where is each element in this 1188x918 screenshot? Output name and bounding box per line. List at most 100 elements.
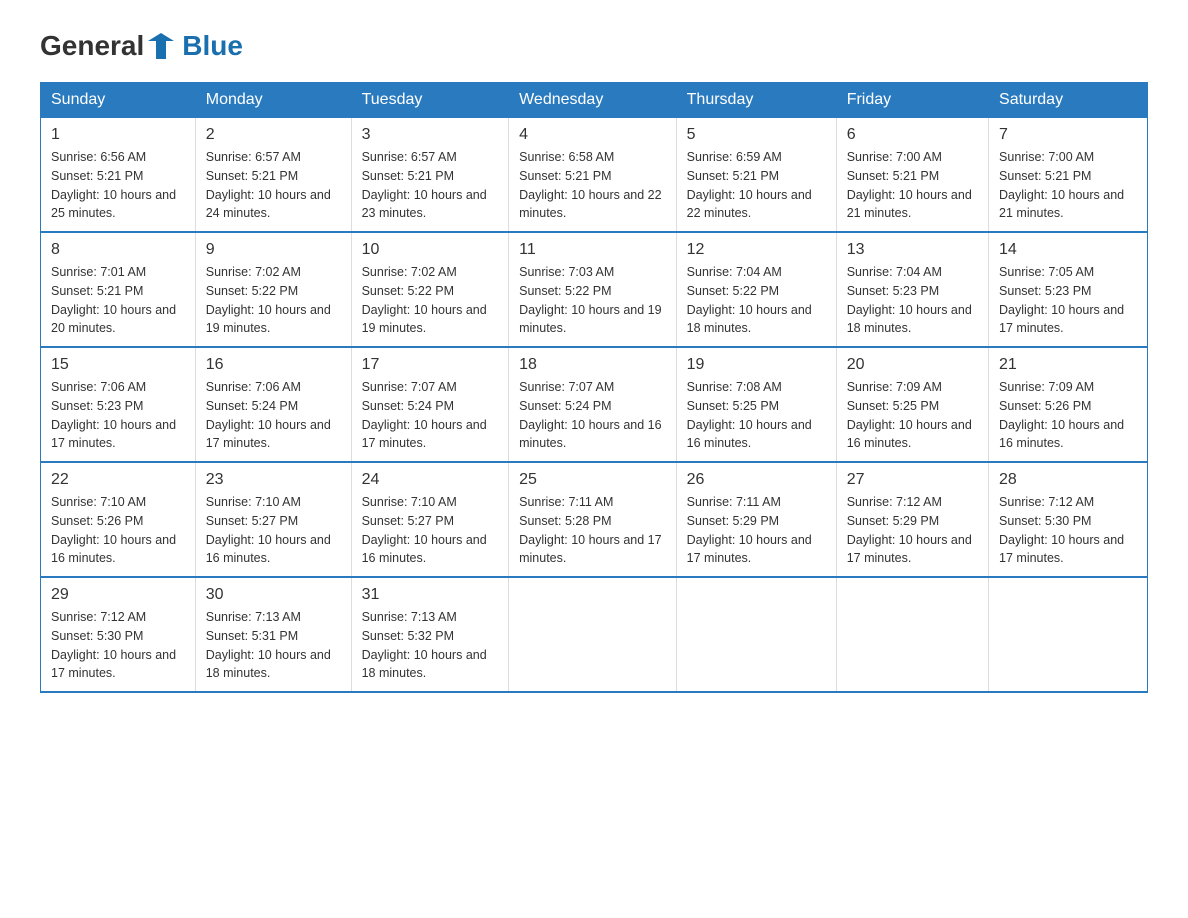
column-header-thursday: Thursday: [676, 83, 836, 118]
calendar-cell: 6 Sunrise: 7:00 AM Sunset: 5:21 PM Dayli…: [836, 118, 988, 233]
day-number: 24: [362, 471, 499, 489]
calendar-cell: 31 Sunrise: 7:13 AM Sunset: 5:32 PM Dayl…: [351, 577, 509, 692]
day-info: Sunrise: 7:03 AM Sunset: 5:22 PM Dayligh…: [519, 263, 666, 338]
day-info: Sunrise: 7:00 AM Sunset: 5:21 PM Dayligh…: [847, 148, 978, 223]
calendar-cell: 16 Sunrise: 7:06 AM Sunset: 5:24 PM Dayl…: [195, 347, 351, 462]
day-info: Sunrise: 7:13 AM Sunset: 5:32 PM Dayligh…: [362, 608, 499, 683]
day-info: Sunrise: 7:09 AM Sunset: 5:26 PM Dayligh…: [999, 378, 1137, 453]
calendar-cell: 29 Sunrise: 7:12 AM Sunset: 5:30 PM Dayl…: [41, 577, 196, 692]
calendar-cell: 10 Sunrise: 7:02 AM Sunset: 5:22 PM Dayl…: [351, 232, 509, 347]
column-header-wednesday: Wednesday: [509, 83, 677, 118]
day-info: Sunrise: 7:02 AM Sunset: 5:22 PM Dayligh…: [362, 263, 499, 338]
calendar-cell: 14 Sunrise: 7:05 AM Sunset: 5:23 PM Dayl…: [989, 232, 1148, 347]
day-info: Sunrise: 7:08 AM Sunset: 5:25 PM Dayligh…: [687, 378, 826, 453]
logo-flag-icon: [146, 31, 176, 61]
day-number: 28: [999, 471, 1137, 489]
column-header-saturday: Saturday: [989, 83, 1148, 118]
day-info: Sunrise: 7:04 AM Sunset: 5:23 PM Dayligh…: [847, 263, 978, 338]
day-info: Sunrise: 7:00 AM Sunset: 5:21 PM Dayligh…: [999, 148, 1137, 223]
day-info: Sunrise: 7:07 AM Sunset: 5:24 PM Dayligh…: [519, 378, 666, 453]
day-number: 13: [847, 241, 978, 259]
calendar-cell: 15 Sunrise: 7:06 AM Sunset: 5:23 PM Dayl…: [41, 347, 196, 462]
day-info: Sunrise: 7:05 AM Sunset: 5:23 PM Dayligh…: [999, 263, 1137, 338]
day-info: Sunrise: 7:04 AM Sunset: 5:22 PM Dayligh…: [687, 263, 826, 338]
calendar-cell: 30 Sunrise: 7:13 AM Sunset: 5:31 PM Dayl…: [195, 577, 351, 692]
calendar-cell: 5 Sunrise: 6:59 AM Sunset: 5:21 PM Dayli…: [676, 118, 836, 233]
logo-blue-text: Blue: [182, 30, 243, 62]
column-header-monday: Monday: [195, 83, 351, 118]
calendar-cell: 12 Sunrise: 7:04 AM Sunset: 5:22 PM Dayl…: [676, 232, 836, 347]
calendar-header-row: SundayMondayTuesdayWednesdayThursdayFrid…: [41, 83, 1148, 118]
day-number: 9: [206, 241, 341, 259]
day-number: 17: [362, 356, 499, 374]
calendar-cell: 22 Sunrise: 7:10 AM Sunset: 5:26 PM Dayl…: [41, 462, 196, 577]
calendar-cell: 18 Sunrise: 7:07 AM Sunset: 5:24 PM Dayl…: [509, 347, 677, 462]
day-info: Sunrise: 7:13 AM Sunset: 5:31 PM Dayligh…: [206, 608, 341, 683]
day-info: Sunrise: 7:10 AM Sunset: 5:27 PM Dayligh…: [206, 493, 341, 568]
day-number: 3: [362, 126, 499, 144]
calendar-cell: 11 Sunrise: 7:03 AM Sunset: 5:22 PM Dayl…: [509, 232, 677, 347]
day-number: 22: [51, 471, 185, 489]
calendar-cell: 4 Sunrise: 6:58 AM Sunset: 5:21 PM Dayli…: [509, 118, 677, 233]
calendar-cell: 13 Sunrise: 7:04 AM Sunset: 5:23 PM Dayl…: [836, 232, 988, 347]
day-number: 15: [51, 356, 185, 374]
calendar-cell: 1 Sunrise: 6:56 AM Sunset: 5:21 PM Dayli…: [41, 118, 196, 233]
day-number: 16: [206, 356, 341, 374]
calendar-week-row: 8 Sunrise: 7:01 AM Sunset: 5:21 PM Dayli…: [41, 232, 1148, 347]
column-header-friday: Friday: [836, 83, 988, 118]
day-number: 12: [687, 241, 826, 259]
logo-general-text: General: [40, 30, 144, 62]
column-header-sunday: Sunday: [41, 83, 196, 118]
day-info: Sunrise: 6:59 AM Sunset: 5:21 PM Dayligh…: [687, 148, 826, 223]
calendar-week-row: 15 Sunrise: 7:06 AM Sunset: 5:23 PM Dayl…: [41, 347, 1148, 462]
day-number: 11: [519, 241, 666, 259]
day-info: Sunrise: 6:57 AM Sunset: 5:21 PM Dayligh…: [362, 148, 499, 223]
day-info: Sunrise: 7:07 AM Sunset: 5:24 PM Dayligh…: [362, 378, 499, 453]
calendar-cell: 25 Sunrise: 7:11 AM Sunset: 5:28 PM Dayl…: [509, 462, 677, 577]
calendar-week-row: 22 Sunrise: 7:10 AM Sunset: 5:26 PM Dayl…: [41, 462, 1148, 577]
day-info: Sunrise: 7:02 AM Sunset: 5:22 PM Dayligh…: [206, 263, 341, 338]
day-number: 30: [206, 586, 341, 604]
calendar-cell: 9 Sunrise: 7:02 AM Sunset: 5:22 PM Dayli…: [195, 232, 351, 347]
day-info: Sunrise: 7:06 AM Sunset: 5:23 PM Dayligh…: [51, 378, 185, 453]
calendar-cell: [989, 577, 1148, 692]
calendar-cell: 8 Sunrise: 7:01 AM Sunset: 5:21 PM Dayli…: [41, 232, 196, 347]
calendar-cell: 26 Sunrise: 7:11 AM Sunset: 5:29 PM Dayl…: [676, 462, 836, 577]
calendar-cell: [509, 577, 677, 692]
calendar-cell: 19 Sunrise: 7:08 AM Sunset: 5:25 PM Dayl…: [676, 347, 836, 462]
day-info: Sunrise: 6:56 AM Sunset: 5:21 PM Dayligh…: [51, 148, 185, 223]
day-info: Sunrise: 6:57 AM Sunset: 5:21 PM Dayligh…: [206, 148, 341, 223]
day-info: Sunrise: 7:12 AM Sunset: 5:30 PM Dayligh…: [51, 608, 185, 683]
day-info: Sunrise: 7:12 AM Sunset: 5:30 PM Dayligh…: [999, 493, 1137, 568]
day-info: Sunrise: 7:06 AM Sunset: 5:24 PM Dayligh…: [206, 378, 341, 453]
calendar-cell: 7 Sunrise: 7:00 AM Sunset: 5:21 PM Dayli…: [989, 118, 1148, 233]
calendar-cell: 24 Sunrise: 7:10 AM Sunset: 5:27 PM Dayl…: [351, 462, 509, 577]
day-number: 23: [206, 471, 341, 489]
calendar-table: SundayMondayTuesdayWednesdayThursdayFrid…: [40, 82, 1148, 693]
day-number: 21: [999, 356, 1137, 374]
day-number: 14: [999, 241, 1137, 259]
calendar-cell: 20 Sunrise: 7:09 AM Sunset: 5:25 PM Dayl…: [836, 347, 988, 462]
calendar-cell: 23 Sunrise: 7:10 AM Sunset: 5:27 PM Dayl…: [195, 462, 351, 577]
calendar-cell: 27 Sunrise: 7:12 AM Sunset: 5:29 PM Dayl…: [836, 462, 988, 577]
calendar-cell: [836, 577, 988, 692]
day-info: Sunrise: 7:09 AM Sunset: 5:25 PM Dayligh…: [847, 378, 978, 453]
day-number: 27: [847, 471, 978, 489]
day-number: 1: [51, 126, 185, 144]
day-info: Sunrise: 6:58 AM Sunset: 5:21 PM Dayligh…: [519, 148, 666, 223]
day-info: Sunrise: 7:11 AM Sunset: 5:28 PM Dayligh…: [519, 493, 666, 568]
calendar-week-row: 1 Sunrise: 6:56 AM Sunset: 5:21 PM Dayli…: [41, 118, 1148, 233]
day-number: 10: [362, 241, 499, 259]
day-number: 6: [847, 126, 978, 144]
day-number: 2: [206, 126, 341, 144]
day-number: 7: [999, 126, 1137, 144]
day-number: 26: [687, 471, 826, 489]
logo: General Blue: [40, 30, 243, 62]
day-number: 25: [519, 471, 666, 489]
day-number: 31: [362, 586, 499, 604]
day-info: Sunrise: 7:10 AM Sunset: 5:26 PM Dayligh…: [51, 493, 185, 568]
day-number: 18: [519, 356, 666, 374]
day-number: 29: [51, 586, 185, 604]
day-number: 20: [847, 356, 978, 374]
day-info: Sunrise: 7:11 AM Sunset: 5:29 PM Dayligh…: [687, 493, 826, 568]
